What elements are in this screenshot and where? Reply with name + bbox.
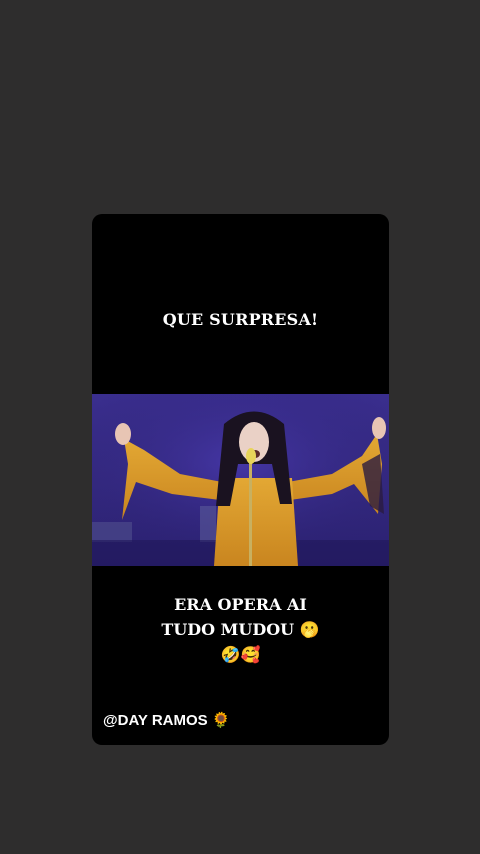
laughing-loving-faces-icon: 🤣🥰 (220, 645, 261, 664)
video-frame[interactable] (92, 394, 389, 566)
face-hand-over-mouth-icon: 🫢 (299, 620, 320, 639)
story-caption: ERA OPERA AI TUDO MUDOU 🫢 🤣🥰 (92, 592, 389, 667)
credit-handle: @DAY RAMOS (103, 712, 208, 729)
credit-mention[interactable]: @DAY RAMOS 🌻 (103, 711, 230, 729)
story-headline: QUE SURPRESA! (162, 310, 319, 329)
caption-line-2-text: TUDO MUDOU (161, 620, 295, 639)
caption-line-2: TUDO MUDOU 🫢 (92, 617, 389, 642)
sunflower-icon: 🌻 (211, 711, 231, 729)
story-card[interactable]: QUE SURPRESA! ERA OPERA AI TUDO MUDOU 🫢 … (92, 214, 389, 745)
caption-line-1: ERA OPERA AI (174, 595, 307, 614)
performance-video-still (92, 394, 389, 566)
